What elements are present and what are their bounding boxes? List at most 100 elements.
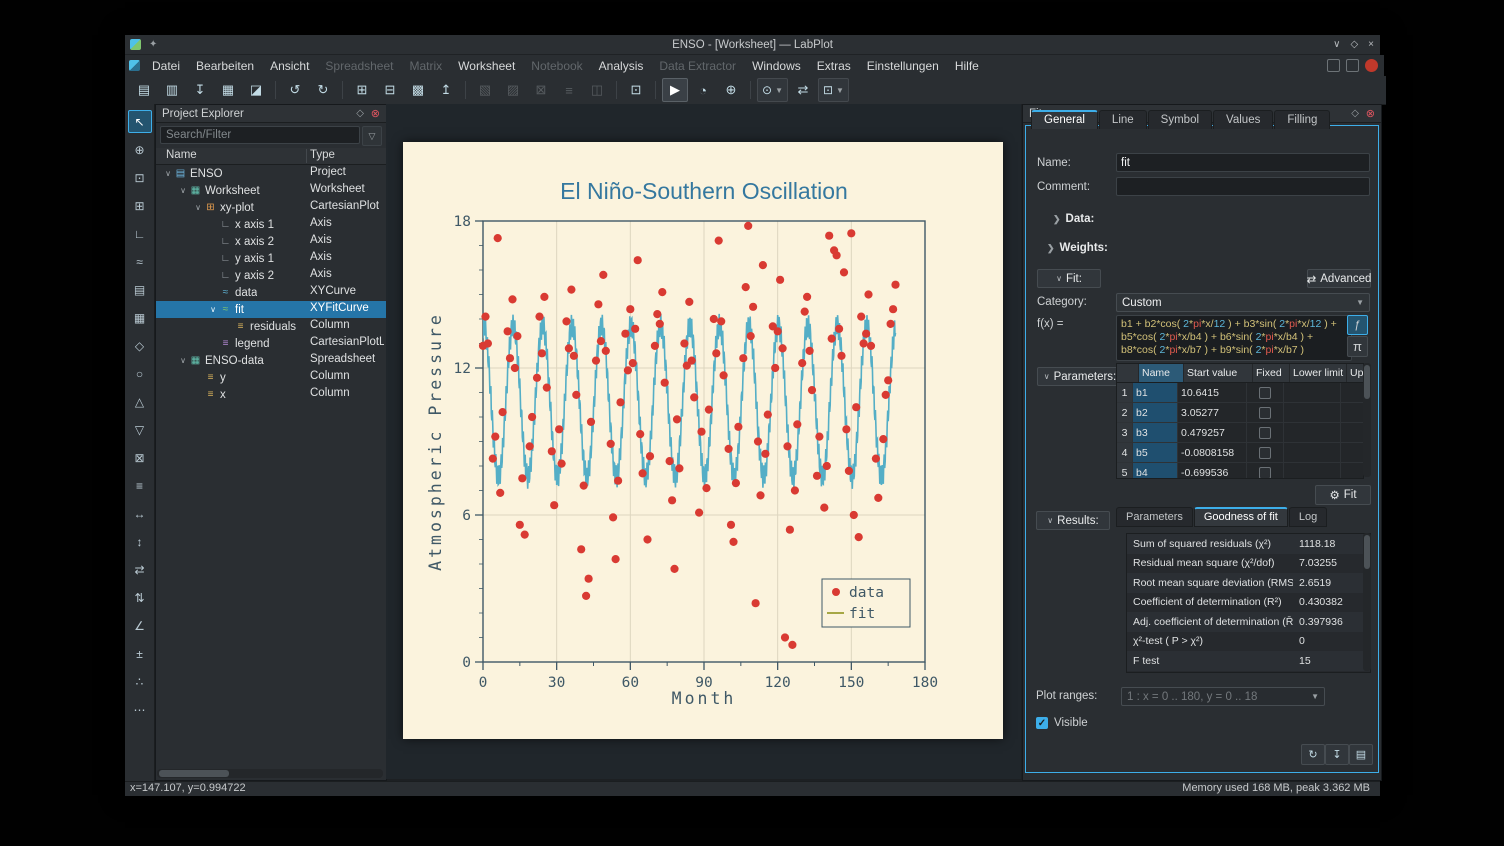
tab-values[interactable]: Values <box>1213 110 1273 129</box>
param-col-name[interactable]: Name <box>1139 364 1184 382</box>
new-spreadsheet[interactable]: ⊞ <box>349 78 375 102</box>
sort-tool[interactable]: ⇅ <box>128 586 152 609</box>
new-worksheet[interactable]: ▩ <box>405 78 431 102</box>
filter-options-icon[interactable]: ▽ <box>362 126 382 146</box>
expander-icon[interactable]: ∨ <box>162 169 174 178</box>
ws-tool-5[interactable]: ◫ <box>584 78 610 102</box>
param-row-b2[interactable]: 2b23.05277 <box>1117 403 1363 423</box>
ellipse-tool[interactable]: ○ <box>128 362 152 385</box>
save-project[interactable]: ↧ <box>187 78 213 102</box>
results-tab-log[interactable]: Log <box>1289 507 1327 527</box>
new-project[interactable]: ▤ <box>131 78 157 102</box>
triangle-up-tool[interactable]: △ <box>128 390 152 413</box>
recalculate-icon[interactable]: ↻ <box>1301 744 1325 765</box>
results-scrollbar[interactable] <box>1363 533 1371 671</box>
param-start-value[interactable]: -0.0808158 <box>1178 443 1247 462</box>
param-start-value[interactable]: 3.05277 <box>1178 403 1247 422</box>
export-result-icon[interactable]: ▤ <box>1349 744 1373 765</box>
param-row-b1[interactable]: 1b110.6415 <box>1117 383 1363 403</box>
close-document-icon[interactable] <box>1365 59 1378 72</box>
menu-notebook[interactable]: Notebook <box>523 57 590 75</box>
add-curve-tool[interactable]: ≈ <box>128 250 152 273</box>
layout-tool[interactable]: ⊡ <box>623 78 649 102</box>
comment-input[interactable] <box>1116 177 1370 196</box>
tab-line[interactable]: Line <box>1099 110 1147 129</box>
close-window-icon[interactable]: × <box>1368 39 1374 50</box>
maximize-window-icon[interactable]: ◇ <box>1350 39 1358 50</box>
menu-data-extractor[interactable]: Data Extractor <box>651 57 744 75</box>
weights-section-header[interactable]: ❯Weights: <box>1047 242 1108 254</box>
tree-row-xy-plot[interactable]: ∨⊞xy-plotCartesianPlot <box>156 199 386 216</box>
param-start-value[interactable]: -0.699536 <box>1178 463 1247 479</box>
param-fixed[interactable] <box>1247 443 1284 462</box>
tree-column-header[interactable]: Name Type <box>156 148 386 165</box>
plot-ranges-combobox[interactable]: 1 : x = 0 .. 180, y = 0 .. 18▼ <box>1121 687 1325 706</box>
data-section-header[interactable]: ❯Data: <box>1053 213 1094 225</box>
visible-checkbox-box[interactable]: ✓ <box>1036 717 1048 729</box>
param-row-b5[interactable]: 4b5-0.0808158 <box>1117 443 1363 463</box>
name-input[interactable] <box>1116 153 1370 172</box>
menu-matrix[interactable]: Matrix <box>401 57 450 75</box>
param-col-fixed[interactable]: Fixed <box>1253 364 1290 382</box>
param-upper-limit[interactable] <box>1341 423 1364 442</box>
param-col-upper-limit[interactable]: Upper limit <box>1347 364 1364 382</box>
add-image-tool[interactable]: ▦ <box>128 306 152 329</box>
zoom-select-tool[interactable]: ⊡ <box>128 166 152 189</box>
fixed-checkbox[interactable] <box>1259 387 1271 399</box>
param-lower-limit[interactable] <box>1284 423 1341 442</box>
param-upper-limit[interactable] <box>1341 383 1364 402</box>
zoom-x-tool[interactable]: ⊞ <box>128 194 152 217</box>
menu-bearbeiten[interactable]: Bearbeiten <box>188 57 262 75</box>
param-lower-limit[interactable] <box>1284 443 1341 462</box>
open-project[interactable]: ▥ <box>159 78 185 102</box>
tab-filling[interactable]: Filling <box>1274 110 1330 129</box>
param-start-value[interactable]: 0.479257 <box>1178 423 1247 442</box>
visible-checkbox[interactable]: ✓ Visible <box>1036 717 1088 729</box>
param-fixed[interactable] <box>1247 383 1284 402</box>
float-panel-icon[interactable]: ◇ <box>356 108 364 119</box>
points-tool[interactable]: ∴ <box>128 670 152 693</box>
menu-spreadsheet[interactable]: Spreadsheet <box>317 57 401 75</box>
tree-row-x[interactable]: ≡xColumn <box>156 386 386 403</box>
shape-tool[interactable]: ◇ <box>128 334 152 357</box>
tab-general[interactable]: General <box>1031 110 1098 129</box>
expander-icon[interactable]: ∨ <box>177 186 189 195</box>
close-dock-icon[interactable]: ⊗ <box>1366 107 1375 120</box>
ws-tool-3[interactable]: ⊠ <box>528 78 554 102</box>
menu-ansicht[interactable]: Ansicht <box>262 57 317 75</box>
titlebar[interactable]: ✦ ENSO - [Worksheet] — LabPlot ∨ ◇ × <box>125 35 1380 55</box>
angle-tool[interactable]: ∠ <box>128 614 152 637</box>
menu-datei[interactable]: Datei <box>144 57 188 75</box>
param-upper-limit[interactable] <box>1341 443 1364 462</box>
expander-icon[interactable]: ∨ <box>192 203 204 212</box>
tree-row-worksheet[interactable]: ∨▦WorksheetWorksheet <box>156 182 386 199</box>
parameters-scrollbar[interactable] <box>1363 363 1371 477</box>
menu-windows[interactable]: Windows <box>744 57 809 75</box>
run-fit-button[interactable]: ⚙Fit <box>1315 485 1371 505</box>
category-combobox[interactable]: Custom▼ <box>1116 293 1370 312</box>
zoom-combo[interactable]: ⊙▼ <box>757 78 788 102</box>
constants-button[interactable]: π <box>1347 336 1368 357</box>
menu-extras[interactable]: Extras <box>809 57 859 75</box>
tree-row-enso-data[interactable]: ∨▦ENSO-dataSpreadsheet <box>156 352 386 369</box>
fixed-checkbox[interactable] <box>1259 447 1271 459</box>
results-section-toggle[interactable]: ∨Results: <box>1036 511 1110 530</box>
tree-row-y-axis-2[interactable]: ∟y axis 2Axis <box>156 267 386 284</box>
h-resize-tool[interactable]: ↔ <box>128 502 152 525</box>
shade-window-icon[interactable]: ∨ <box>1333 39 1340 50</box>
print-preview[interactable]: ◪ <box>243 78 269 102</box>
plusminus-tool[interactable]: ± <box>128 642 152 665</box>
toggle-presenter[interactable]: ⇄ <box>790 78 816 102</box>
param-row-b3[interactable]: 3b30.479257 <box>1117 423 1363 443</box>
add-text-tool[interactable]: ▤ <box>128 278 152 301</box>
fixed-checkbox[interactable] <box>1259 427 1271 439</box>
tree-row-residuals[interactable]: ≡residualsColumn <box>156 318 386 335</box>
column-header-type[interactable]: Type <box>310 149 335 161</box>
redo[interactable]: ↻ <box>310 78 336 102</box>
parameters-table[interactable]: NameStart valueFixedLower limitUpper lim… <box>1116 363 1364 479</box>
fixed-checkbox[interactable] <box>1259 407 1271 419</box>
new-matrix[interactable]: ⊟ <box>377 78 403 102</box>
float-dock-icon[interactable]: ◇ <box>1351 108 1359 119</box>
ws-tool-4[interactable]: ≡ <box>556 78 582 102</box>
navigate-pause[interactable]: ◔ <box>690 78 716 102</box>
